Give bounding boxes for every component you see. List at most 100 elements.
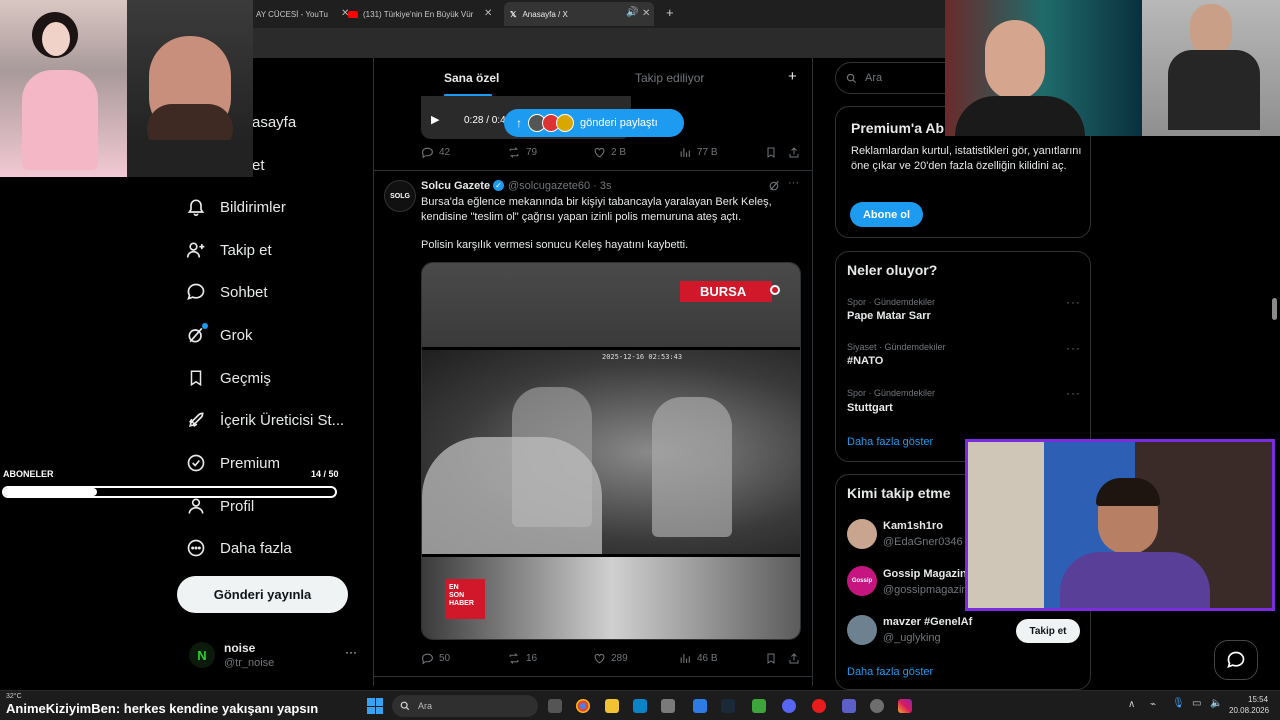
- instagram-icon[interactable]: [898, 699, 912, 713]
- scrollbar-thumb[interactable]: [1272, 298, 1277, 320]
- nav-bookmarks[interactable]: Geçmiş: [184, 363, 271, 393]
- reply-count: 50: [439, 653, 451, 664]
- discord-icon[interactable]: [782, 699, 796, 713]
- nav-follow[interactable]: Takip et: [184, 235, 272, 265]
- avatar[interactable]: SOLG: [384, 180, 416, 212]
- nav-notifications[interactable]: Bildirimler: [184, 192, 286, 222]
- nav-premium[interactable]: Premium: [184, 448, 280, 478]
- post-text: Bursa'da eğlence mekanında bir kişiyi ta…: [421, 196, 772, 223]
- views-count: 77 B: [697, 147, 718, 158]
- new-tab-button[interactable]: +: [666, 5, 674, 20]
- trend-name[interactable]: #NATO: [847, 355, 883, 367]
- subscribe-button[interactable]: Abone ol: [850, 202, 923, 227]
- post-handle[interactable]: @solcugazete60 · 3s: [508, 180, 612, 192]
- messages-fab[interactable]: [1214, 640, 1258, 680]
- display-icon[interactable]: ▭: [1192, 698, 1201, 709]
- suggested-name[interactable]: Gossip Magazin: [883, 568, 967, 580]
- show-more-link[interactable]: Daha fazla göster: [847, 666, 933, 678]
- trend-category: Spor · Gündemdekiler: [847, 388, 936, 398]
- x-logo-icon: 𝕏: [510, 9, 517, 19]
- webcam-feed-1: [0, 0, 127, 177]
- speaker-icon[interactable]: 🔊: [626, 7, 638, 18]
- suggested-name[interactable]: mavzer #GenelAf: [883, 616, 972, 628]
- taskbar-search[interactable]: Ara: [392, 695, 538, 717]
- reply-button[interactable]: 42: [421, 146, 450, 159]
- account-switcher[interactable]: N noise @tr_noise ···: [185, 636, 365, 676]
- minecraft-icon[interactable]: [752, 699, 766, 713]
- chrome-icon[interactable]: [576, 699, 590, 713]
- trend-name[interactable]: Stuttgart: [847, 402, 893, 414]
- repost-button[interactable]: 16: [507, 652, 537, 665]
- bookmark-button[interactable]: [765, 652, 777, 665]
- share-button[interactable]: [788, 652, 800, 665]
- webcam-subject-face: [985, 20, 1045, 100]
- like-count: 289: [611, 653, 628, 664]
- avatar[interactable]: [847, 615, 877, 645]
- more-icon[interactable]: ···: [345, 645, 357, 659]
- windows-start-icon[interactable]: [367, 698, 383, 714]
- file-explorer-icon[interactable]: [605, 699, 619, 713]
- share-banner[interactable]: ↑ gönderi paylaştı: [504, 109, 684, 137]
- subs-progress-bar: [2, 486, 337, 498]
- share-button[interactable]: [788, 146, 800, 159]
- microphone-icon[interactable]: 🎙: [1172, 698, 1185, 709]
- volume-icon[interactable]: 🔈: [1210, 698, 1222, 709]
- trend-name[interactable]: Pape Matar Sarr: [847, 310, 931, 322]
- post-button[interactable]: Gönderi yayınla: [177, 576, 348, 613]
- like-button[interactable]: 289: [593, 652, 628, 665]
- grok-explain-icon[interactable]: [768, 179, 781, 192]
- browser-tab-youtube[interactable]: AY CÜCESİ - YouTu: [256, 4, 342, 24]
- play-icon[interactable]: ▶: [431, 113, 439, 126]
- views-button[interactable]: 46 B: [679, 652, 718, 665]
- steam-icon[interactable]: [721, 699, 735, 713]
- network-icon[interactable]: ⌁: [1150, 699, 1156, 710]
- mail-icon[interactable]: [693, 699, 707, 713]
- chat-icon: [1227, 651, 1245, 669]
- app-icon[interactable]: [812, 699, 826, 713]
- chevron-up-icon[interactable]: ∧: [1128, 699, 1135, 710]
- task-view-icon[interactable]: [548, 699, 562, 713]
- tab-following[interactable]: Takip ediliyor: [635, 71, 704, 85]
- nav-home[interactable]: asayfa: [252, 107, 296, 137]
- nav-grok[interactable]: Grok: [184, 320, 253, 350]
- browser-tab-youtube-2[interactable]: (131) Türkiye'nin En Büyük Vür: [348, 4, 498, 24]
- arrow-up-icon: ↑: [516, 116, 522, 130]
- trend-more-icon[interactable]: ···: [1066, 341, 1081, 355]
- notification-dot: [202, 323, 208, 329]
- follow-button[interactable]: Takip et: [1016, 619, 1080, 643]
- suggested-handle: @gossipmagazin: [883, 584, 968, 596]
- media-frame-top: [422, 263, 800, 347]
- chat-username: AnimeKiziyimBen: [6, 701, 116, 716]
- post-media[interactable]: 2025-12-16 02:53:43 BURSA EN SON HABER: [421, 262, 801, 640]
- nav-explore[interactable]: et: [252, 150, 265, 180]
- teams-icon[interactable]: [842, 699, 856, 713]
- subs-progress-fill: [4, 488, 97, 496]
- webcam-feed-5: [965, 439, 1275, 611]
- suggested-name[interactable]: Kam1sh1ro: [883, 520, 943, 532]
- repost-button[interactable]: 79: [507, 146, 537, 159]
- close-tab-icon[interactable]: ✕: [642, 8, 650, 19]
- tab-for-you[interactable]: Sana özel: [444, 71, 499, 85]
- chat-message: AnimeKiziyimBen: herkes kendine yakışanı…: [6, 701, 318, 716]
- obs-icon[interactable]: [870, 699, 884, 713]
- trend-more-icon[interactable]: ···: [1066, 295, 1081, 309]
- close-tab-icon[interactable]: ✕: [484, 8, 492, 19]
- bookmark-button[interactable]: [765, 146, 777, 159]
- nav-chat[interactable]: Sohbet: [184, 277, 268, 307]
- reply-button[interactable]: 50: [421, 652, 450, 665]
- trend-more-icon[interactable]: ···: [1066, 386, 1081, 400]
- app-icon[interactable]: [661, 699, 675, 713]
- avatar[interactable]: Gossip: [847, 566, 877, 596]
- nav-creator-studio[interactable]: İçerik Üreticisi St...: [184, 405, 344, 435]
- post-author[interactable]: Solcu Gazete: [421, 180, 490, 192]
- like-button[interactable]: 2 B: [593, 146, 626, 159]
- frame-divider: [422, 554, 800, 557]
- avatar[interactable]: [847, 519, 877, 549]
- post-more-icon[interactable]: ···: [788, 177, 799, 189]
- nav-more[interactable]: Daha fazla: [184, 533, 292, 563]
- add-tab-button[interactable]: +: [788, 68, 797, 85]
- show-more-link[interactable]: Daha fazla göster: [847, 436, 933, 448]
- more-circle-icon: [184, 536, 208, 560]
- app-icon[interactable]: [633, 699, 647, 713]
- views-button[interactable]: 77 B: [679, 146, 718, 159]
